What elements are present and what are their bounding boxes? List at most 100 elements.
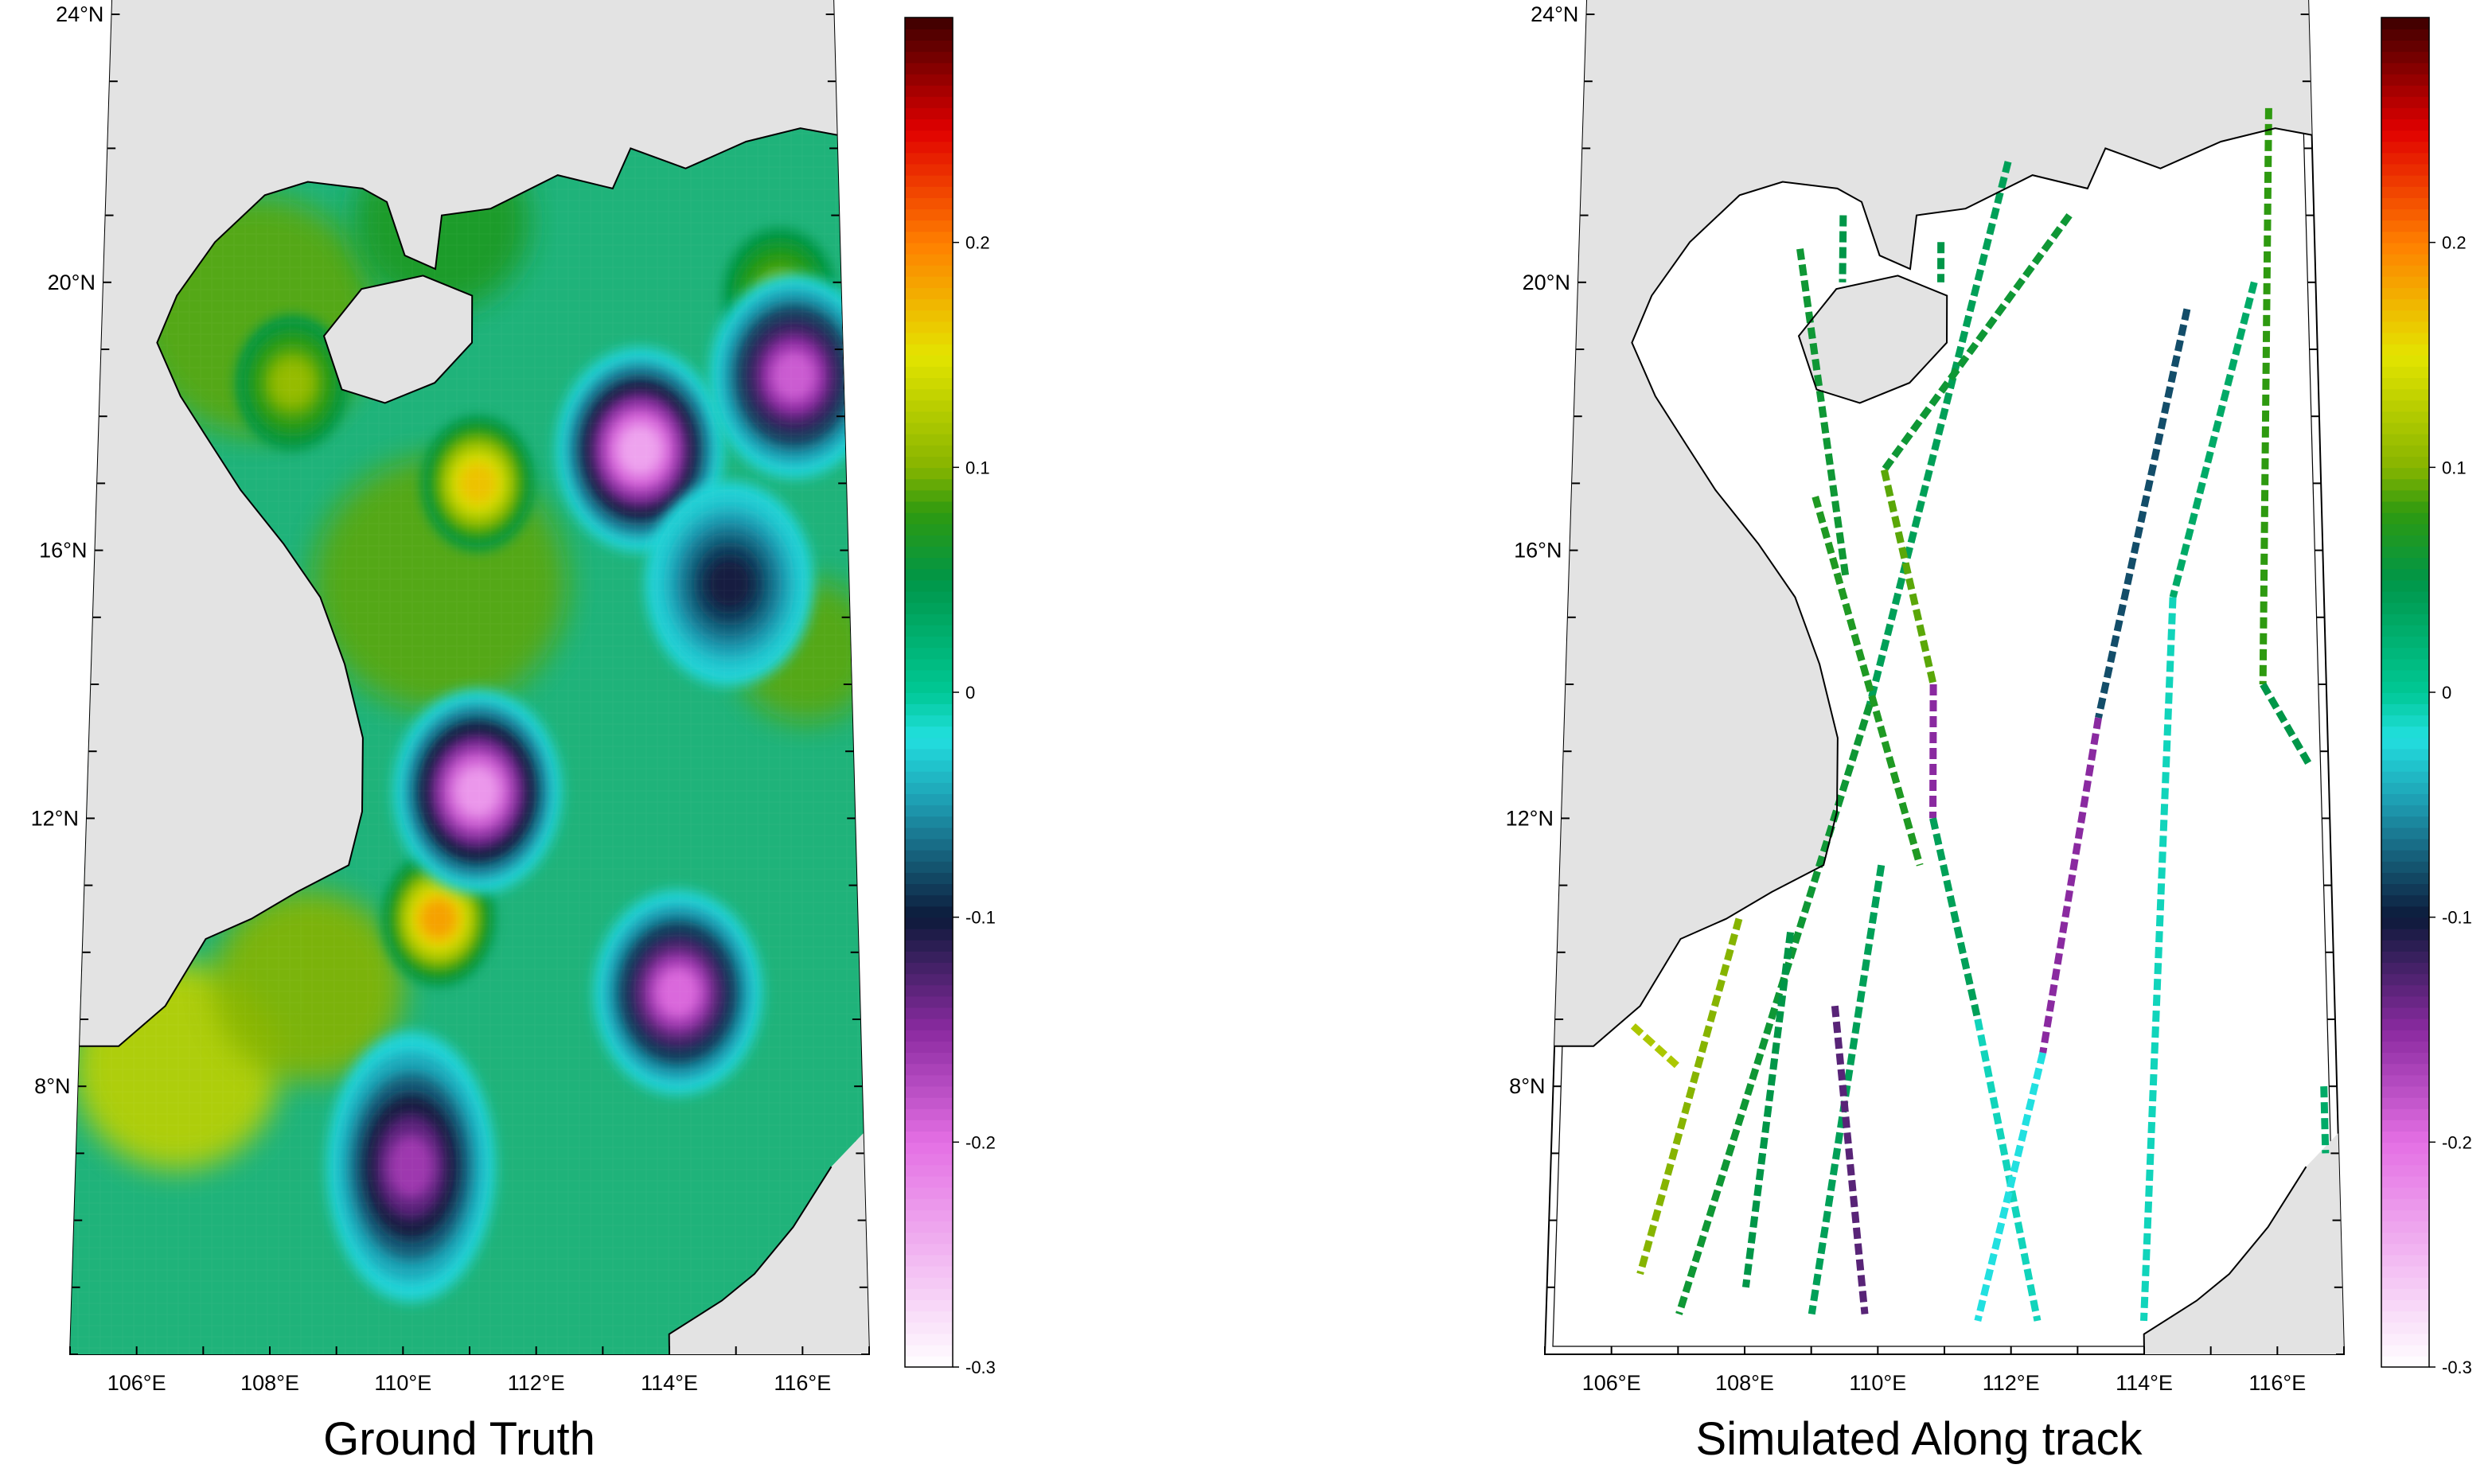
colorbar-label: 0.1 — [965, 458, 990, 477]
colorbar-cell — [905, 849, 953, 862]
colorbar-cell — [905, 29, 953, 41]
colorbar-cell — [2381, 456, 2429, 469]
colorbar-cell — [2381, 84, 2429, 97]
longitude-labels: 106°E 108°E 110°E 112°E 114°E 116°E — [107, 1371, 832, 1395]
colorbar-cell — [905, 1355, 953, 1368]
colorbar-cell — [2381, 253, 2429, 266]
latitude-label: 12°N — [31, 806, 79, 830]
colorbar-cell — [905, 524, 953, 536]
colorbar-cell — [905, 535, 953, 547]
colorbar-cell — [2381, 524, 2429, 536]
along-track-segment — [2320, 1086, 2330, 1154]
colorbar-cell — [905, 130, 953, 142]
colorbar-cell — [905, 489, 953, 502]
colorbar-cell — [2381, 310, 2429, 322]
colorbar-cell — [905, 399, 953, 412]
colorbar-cell — [905, 872, 953, 885]
colorbar-cell — [905, 343, 953, 356]
colorbar-cell — [905, 445, 953, 457]
panel-ground-truth: 24°N 20°N 16°N 12°N 8°N 106°E 108°E 110°E 112°E… — [31, 0, 871, 1395]
colorbar-cell — [2381, 557, 2429, 570]
colorbar-cell — [2381, 579, 2429, 592]
longitude-label: 108°E — [240, 1371, 299, 1395]
colorbar-cell — [905, 411, 953, 423]
colorbar-cell — [905, 827, 953, 839]
colorbar-cell — [2381, 298, 2429, 311]
colorbar-cell — [2381, 737, 2429, 750]
colorbar-cell — [2381, 1333, 2429, 1346]
colorbar-cell — [2381, 197, 2429, 210]
colorbar-cell — [2381, 119, 2429, 131]
colorbar-cell — [905, 1074, 953, 1087]
colorbar-cell — [905, 388, 953, 401]
colorbar-cell — [2381, 849, 2429, 862]
colorbar-right: 0.2 0.1 0 -0.1 -0.2 -0.3 — [2381, 17, 2472, 1377]
colorbar-cell — [905, 355, 953, 367]
colorbar-cell — [2381, 1355, 2429, 1368]
colorbar-cell — [905, 197, 953, 210]
colorbar-cell — [2381, 568, 2429, 581]
colorbar-cell — [2381, 759, 2429, 772]
colorbar-cell — [2381, 478, 2429, 491]
longitude-label: 112°E — [1983, 1371, 2040, 1395]
colorbar-cell — [905, 1018, 953, 1030]
colorbar-cell — [905, 1276, 953, 1289]
colorbar-label: -0.2 — [965, 1132, 996, 1152]
colorbar-cell — [2381, 816, 2429, 828]
colorbar-cell — [2381, 636, 2429, 649]
colorbar-cell — [905, 1096, 953, 1109]
colorbar-cell — [905, 816, 953, 828]
colorbar-cell — [905, 1232, 953, 1244]
colorbar-cell — [905, 1243, 953, 1256]
colorbar-cell — [2381, 355, 2429, 367]
panel-title-ground-truth: Ground Truth — [323, 1413, 595, 1465]
colorbar-cell — [2381, 613, 2429, 625]
colorbar-cell — [905, 984, 953, 997]
colorbar-cell — [905, 759, 953, 772]
colorbar-cell — [2381, 343, 2429, 356]
colorbar-cell — [905, 557, 953, 570]
colorbar-cell — [905, 793, 953, 806]
colorbar-cell — [2381, 680, 2429, 693]
colorbar-cell — [2381, 242, 2429, 255]
colorbar-cell — [905, 1344, 953, 1357]
latitude-label: 24°N — [1531, 2, 1578, 26]
colorbar-cell — [905, 906, 953, 918]
colorbar-cell — [2381, 793, 2429, 806]
colorbar-cell — [905, 1254, 953, 1267]
colorbar-cell — [2381, 186, 2429, 198]
colorbar-cell — [2381, 658, 2429, 671]
panel-simulated-along-track: 24°N 20°N 16°N 12°N 8°N 106°E 108°E 110°E 112°E… — [1506, 0, 2346, 1395]
colorbar-label: -0.1 — [965, 908, 996, 928]
colorbar-cell — [2381, 715, 2429, 727]
colorbar-cell — [905, 501, 953, 513]
colorbar-cell — [2381, 894, 2429, 907]
colorbar-left: 0.2 0.1 0 -0.1 -0.2 -0.3 — [904, 17, 996, 1377]
colorbar-cell — [905, 546, 953, 559]
colorbar-cell — [2381, 1041, 2429, 1054]
colorbar-label: -0.3 — [2442, 1357, 2472, 1377]
colorbar-cell — [2381, 962, 2429, 975]
colorbar-cell — [905, 613, 953, 625]
colorbar-cell — [905, 625, 953, 637]
colorbar-cell — [2381, 928, 2429, 941]
longitude-label: 116°E — [2248, 1371, 2306, 1395]
colorbar-cell — [905, 1186, 953, 1199]
colorbar-cell — [905, 995, 953, 1008]
colorbar-cell — [905, 1153, 953, 1166]
colorbar-cell — [905, 590, 953, 603]
longitude-label: 110°E — [374, 1371, 431, 1395]
colorbar-cell — [905, 1142, 953, 1155]
colorbar-cell — [905, 579, 953, 592]
colorbar-cell — [2381, 1221, 2429, 1233]
colorbar-label: 0.2 — [965, 233, 990, 253]
longitude-label: 106°E — [1582, 1371, 1641, 1395]
colorbar-cell — [905, 1120, 953, 1132]
colorbar-cell — [2381, 590, 2429, 603]
colorbar-cell — [905, 726, 953, 738]
colorbar-cell — [2381, 535, 2429, 547]
colorbar-cell — [905, 174, 953, 187]
colorbar-cell — [2381, 1131, 2429, 1143]
colorbar-cell — [2381, 1142, 2429, 1155]
colorbar-cell — [905, 939, 953, 952]
